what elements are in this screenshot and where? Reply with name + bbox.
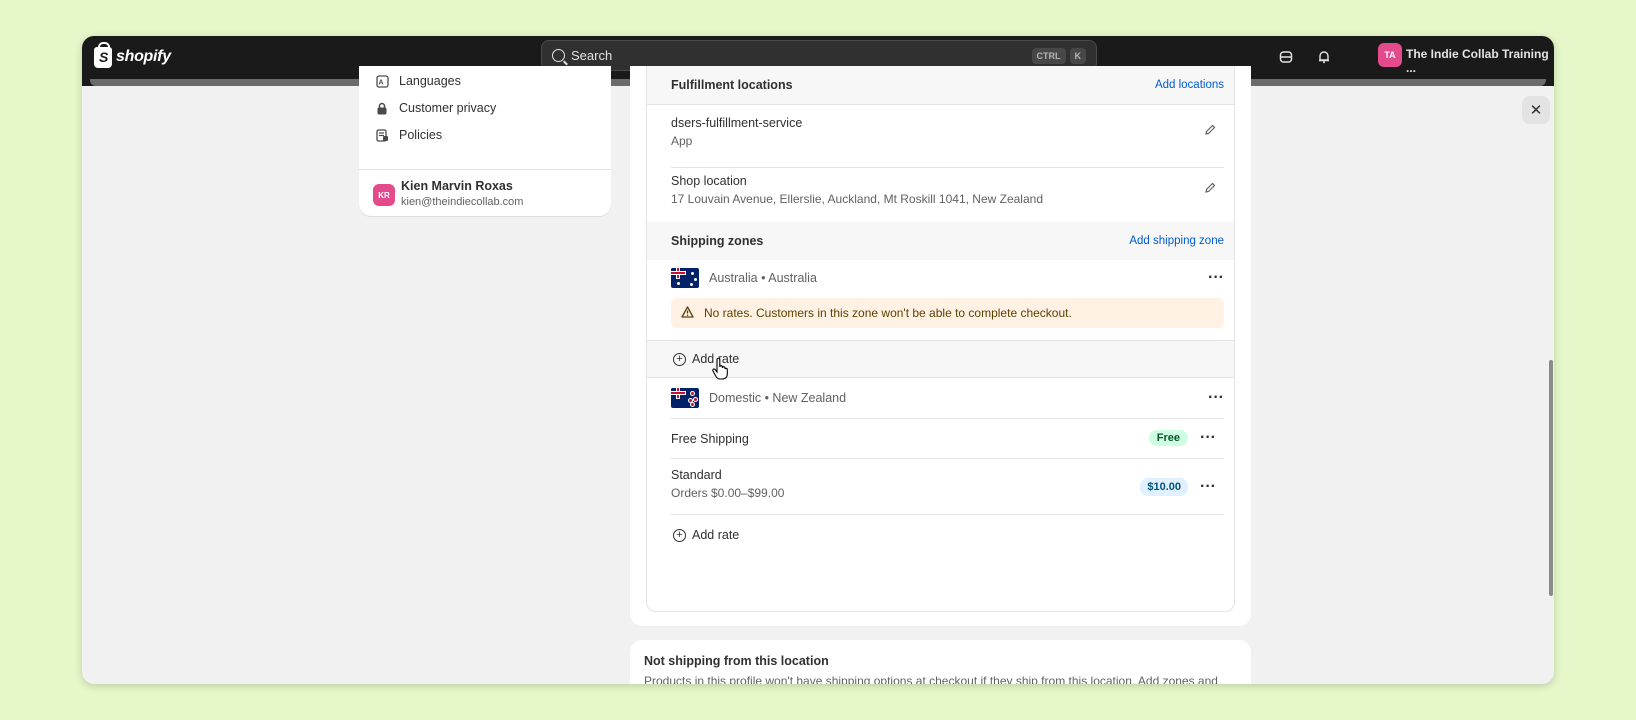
kbd-ctrl: CTRL xyxy=(1031,47,1066,64)
location-group: Fulfillment locations Add locations dser… xyxy=(646,66,1235,612)
card-text: Products in this profile won't have ship… xyxy=(644,674,1218,684)
hand-cursor-icon xyxy=(712,357,728,386)
more-actions-icon[interactable]: ··· xyxy=(1200,430,1216,446)
rate-actions: $10.00 ··· xyxy=(1140,478,1216,496)
plus-circle-icon: + xyxy=(673,352,686,366)
sidebar-item-label: Policies xyxy=(399,128,443,142)
logo-text: shopify xyxy=(116,48,171,65)
location-row: dsers-fulfillment-service App xyxy=(671,116,1224,156)
sidebar-item-label: Customer privacy xyxy=(399,101,497,115)
shopify-logo[interactable]: shopify xyxy=(94,41,171,70)
scrollbar-thumb[interactable] xyxy=(1549,360,1553,596)
more-actions-icon[interactable]: ··· xyxy=(1200,479,1216,495)
rate-actions: Free ··· xyxy=(1148,430,1216,446)
not-shipping-card: Not shipping from this location Products… xyxy=(630,640,1251,684)
location-name: dsers-fulfillment-service xyxy=(671,116,803,130)
zone-row-new-zealand: Domestic • New Zealand ··· xyxy=(671,388,1224,408)
location-row: Shop location 17 Louvain Avenue, Ellersl… xyxy=(671,174,1224,214)
location-detail: 17 Louvain Avenue, Ellerslie, Auckland, … xyxy=(671,192,1043,206)
warning-text: No rates. Customers in this zone won't b… xyxy=(704,306,1072,320)
svg-text:A: A xyxy=(378,79,383,86)
edit-pencil-icon[interactable] xyxy=(1204,182,1216,197)
divider xyxy=(671,418,1224,419)
edit-pencil-icon[interactable] xyxy=(1204,124,1216,139)
more-actions-icon[interactable]: ··· xyxy=(1208,270,1224,286)
store-name[interactable]: The Indie Collab Training ... xyxy=(1406,47,1554,75)
free-badge: Free xyxy=(1148,430,1189,446)
new-zealand-flag-icon xyxy=(671,388,699,408)
more-actions-icon[interactable]: ··· xyxy=(1208,390,1224,406)
user-name: Kien Marvin Roxas xyxy=(401,179,513,193)
shipping-profile-card: Fulfillment locations Add locations dser… xyxy=(630,66,1251,626)
scrollbar[interactable] xyxy=(1548,86,1554,684)
divider xyxy=(671,167,1224,168)
location-detail: App xyxy=(671,134,693,148)
rate-row-standard: Standard Orders $0.00–$99.00 $10.00 ··· xyxy=(671,468,1224,508)
rate-row-free-shipping: Free Shipping Free ··· xyxy=(671,428,1224,454)
admin-window: shopify Search CTRL K TA The Indie Colla… xyxy=(82,36,1554,684)
notification-bell-icon[interactable] xyxy=(1315,48,1333,66)
add-rate-button[interactable]: + Add rate xyxy=(673,352,739,366)
search-placeholder: Search xyxy=(571,48,613,63)
plus-circle-icon: + xyxy=(673,528,686,542)
section-title: Fulfillment locations xyxy=(671,78,793,92)
sidebar-item-label: Languages xyxy=(399,74,461,88)
australia-flag-icon xyxy=(671,268,699,288)
sidebar-item-languages[interactable]: A Languages xyxy=(375,74,461,88)
add-rate-row: + Add rate xyxy=(647,340,1234,378)
rate-name: Free Shipping xyxy=(671,432,749,446)
fulfillment-locations-header: Fulfillment locations Add locations xyxy=(647,66,1234,104)
section-title: Shipping zones xyxy=(671,234,764,248)
zone-name: Australia • Australia xyxy=(709,271,817,285)
user-avatar: KR xyxy=(373,184,395,206)
store-avatar[interactable]: TA xyxy=(1378,43,1402,67)
divider xyxy=(671,514,1224,515)
add-shipping-zone-link[interactable]: Add shipping zone xyxy=(1129,235,1224,247)
sidebar-item-customer-privacy[interactable]: Customer privacy xyxy=(375,101,496,115)
close-icon: ✕ xyxy=(1529,102,1543,119)
policy-icon xyxy=(375,128,389,142)
user-email: kien@theindiecollab.com xyxy=(401,196,524,208)
warning-icon xyxy=(681,305,694,321)
lock-icon xyxy=(375,101,389,115)
add-rate-button[interactable]: + Add rate xyxy=(673,528,739,542)
sidebar-item-policies[interactable]: Policies xyxy=(375,128,442,142)
divider xyxy=(647,104,1234,105)
add-locations-link[interactable]: Add locations xyxy=(1155,79,1224,91)
add-rate-label: Add rate xyxy=(692,528,740,542)
kbd-k: K xyxy=(1069,47,1086,64)
sidekick-icon[interactable] xyxy=(1277,48,1295,66)
divider xyxy=(671,458,1224,459)
zone-name: Domestic • New Zealand xyxy=(709,391,847,405)
location-name: Shop location xyxy=(671,174,747,188)
price-badge: $10.00 xyxy=(1140,478,1189,496)
settings-sidebar: A Languages Customer privacy Policies KR… xyxy=(359,66,611,216)
no-rates-warning: No rates. Customers in this zone won't b… xyxy=(671,298,1224,328)
shipping-zones-header: Shipping zones Add shipping zone xyxy=(647,222,1234,260)
zone-row-australia: Australia • Australia ··· xyxy=(671,268,1224,288)
divider xyxy=(359,169,611,170)
shopify-bag-icon xyxy=(94,41,112,68)
languages-icon: A xyxy=(375,74,389,88)
search-icon xyxy=(552,49,565,62)
close-button[interactable]: ✕ xyxy=(1522,96,1550,124)
card-title: Not shipping from this location xyxy=(644,654,829,668)
